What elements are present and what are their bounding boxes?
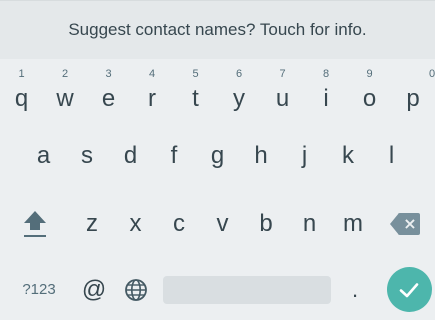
space-bar xyxy=(163,275,331,304)
key-label: s xyxy=(81,142,93,169)
suggestion-text[interactable]: Suggest contact names? Touch for info. xyxy=(68,20,366,40)
key-label: q xyxy=(14,85,29,112)
key-z[interactable]: z xyxy=(70,192,114,256)
key-o[interactable]: 9 o xyxy=(348,62,391,124)
key-i[interactable]: 8 i xyxy=(304,62,348,124)
key-label: i xyxy=(323,85,329,112)
key-label: p xyxy=(406,85,420,112)
key-t[interactable]: 5 t xyxy=(174,62,217,124)
key-hint: 5 xyxy=(192,68,199,80)
key-hint: 7 xyxy=(279,68,286,80)
key-m[interactable]: m xyxy=(331,192,375,256)
key-h[interactable]: h xyxy=(239,124,283,188)
key-f[interactable]: f xyxy=(152,124,196,188)
key-label: e xyxy=(101,85,116,112)
key-label: v xyxy=(216,210,229,237)
key-hint: 6 xyxy=(235,68,243,80)
enter-button[interactable] xyxy=(386,267,432,312)
key-n[interactable]: n xyxy=(288,192,331,256)
key-a[interactable]: a xyxy=(22,124,65,188)
key-hint: 9 xyxy=(366,68,373,80)
symbols-key[interactable]: ?123 xyxy=(0,259,78,320)
key-label: g xyxy=(210,142,225,169)
key-c[interactable]: c xyxy=(157,192,201,256)
key-label: l xyxy=(388,142,395,169)
key-label: a xyxy=(36,142,51,169)
enter-key[interactable] xyxy=(383,259,435,320)
key-hint: 8 xyxy=(322,68,330,80)
key-label: d xyxy=(123,142,138,169)
shift-icon xyxy=(22,207,48,241)
key-hint: 1 xyxy=(18,68,25,80)
key-label: k xyxy=(342,142,354,169)
key-hint: 2 xyxy=(61,68,69,80)
at-label: @ xyxy=(81,275,107,303)
key-label: x xyxy=(129,210,142,237)
suggestion-strip[interactable]: Suggest contact names? Touch for info. xyxy=(0,0,435,59)
key-label: t xyxy=(192,85,199,112)
at-key[interactable]: @ xyxy=(75,259,113,320)
key-g[interactable]: g xyxy=(196,124,239,188)
backspace-key[interactable]: × xyxy=(375,192,435,256)
key-label: y xyxy=(233,85,245,112)
key-label: z xyxy=(86,210,98,237)
key-label: u xyxy=(275,85,290,112)
key-x[interactable]: x xyxy=(114,192,157,256)
key-l[interactable]: l xyxy=(370,124,413,188)
key-label: n xyxy=(302,210,317,237)
key-d[interactable]: d xyxy=(109,124,152,188)
key-row-3: z x c v b n m × xyxy=(0,192,435,256)
key-u[interactable]: 7 u xyxy=(261,62,304,124)
key-label: j xyxy=(301,142,308,169)
key-q[interactable]: 1 q xyxy=(0,62,43,124)
key-hint: 3 xyxy=(105,68,112,80)
key-label: o xyxy=(362,85,377,112)
language-key[interactable] xyxy=(113,259,159,320)
space-key[interactable] xyxy=(159,259,335,320)
key-row-4: ?123 @ . xyxy=(0,259,435,320)
key-e[interactable]: 3 e xyxy=(87,62,130,124)
key-hint: 0 xyxy=(429,68,435,80)
key-y[interactable]: 6 y xyxy=(217,62,261,124)
key-label: r xyxy=(148,85,156,112)
key-r[interactable]: 4 r xyxy=(130,62,174,124)
key-b[interactable]: b xyxy=(244,192,288,256)
globe-icon xyxy=(125,278,147,301)
key-k[interactable]: k xyxy=(326,124,370,188)
key-label: c xyxy=(173,210,185,237)
key-v[interactable]: v xyxy=(201,192,244,256)
key-j[interactable]: j xyxy=(283,124,326,188)
key-label: h xyxy=(254,142,268,169)
period-label: . xyxy=(351,276,359,302)
key-label: f xyxy=(170,142,178,169)
key-s[interactable]: s xyxy=(65,124,109,188)
period-key[interactable]: . xyxy=(335,259,375,320)
key-row-1: 1 q 2 w 3 e 4 r 5 t 6 y 7 u 8 i 9 o 0 p xyxy=(0,62,435,124)
key-label: b xyxy=(259,210,273,237)
key-label: w xyxy=(56,85,74,112)
key-hint: 4 xyxy=(148,68,156,80)
key-row-2: a s d f g h j k l xyxy=(0,124,435,188)
symbols-label: ?123 xyxy=(22,281,56,298)
key-w[interactable]: 2 w xyxy=(43,62,87,124)
key-label: m xyxy=(343,210,363,237)
checkmark-icon xyxy=(399,282,419,297)
shift-key[interactable] xyxy=(0,192,70,256)
backspace-icon: × xyxy=(390,213,420,235)
key-p[interactable]: 0 p xyxy=(391,62,435,124)
